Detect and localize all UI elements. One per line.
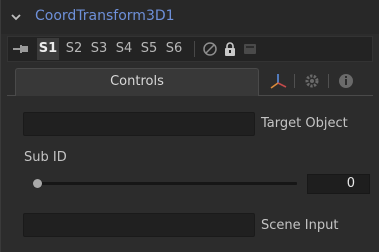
sub-id-value-field[interactable]: 0 bbox=[307, 174, 370, 194]
version-slot-s6[interactable]: S6 bbox=[163, 38, 185, 60]
gear-icon[interactable] bbox=[299, 70, 325, 92]
version-slot-s2[interactable]: S2 bbox=[63, 38, 85, 60]
node-title: CoordTransform3D1 bbox=[35, 8, 175, 24]
version-slot-s3[interactable]: S3 bbox=[88, 38, 110, 60]
version-bar: S1 S2 S3 S4 S5 S6 bbox=[7, 36, 373, 62]
divider bbox=[294, 74, 295, 88]
sub-id-slider-track[interactable] bbox=[37, 182, 297, 185]
divider bbox=[328, 74, 329, 88]
lock-icon[interactable] bbox=[222, 41, 238, 57]
scene-input-label: Scene Input bbox=[261, 218, 339, 233]
transform-3d-icon[interactable] bbox=[265, 70, 291, 92]
pin-icon[interactable] bbox=[12, 42, 30, 56]
version-slot-s5[interactable]: S5 bbox=[138, 38, 160, 60]
sub-id-label: Sub ID bbox=[24, 150, 67, 165]
target-object-label: Target Object bbox=[261, 116, 348, 131]
sub-id-slider-thumb[interactable] bbox=[33, 179, 42, 188]
scene-input-field[interactable] bbox=[23, 213, 255, 237]
cache-icon[interactable] bbox=[242, 41, 258, 57]
divider bbox=[194, 41, 195, 57]
disable-icon[interactable] bbox=[202, 41, 218, 57]
version-slot-s1[interactable]: S1 bbox=[37, 38, 59, 60]
info-icon[interactable] bbox=[333, 70, 359, 92]
tab-controls[interactable]: Controls bbox=[15, 68, 259, 96]
inspector-tabs: Controls bbox=[7, 66, 373, 96]
inspector-panel: CoordTransform3D1 S1 S2 S3 S4 S5 S6 Cont… bbox=[0, 0, 379, 252]
version-slot-s4[interactable]: S4 bbox=[113, 38, 135, 60]
node-header[interactable]: CoordTransform3D1 bbox=[1, 0, 379, 34]
target-object-field[interactable] bbox=[23, 112, 255, 136]
chevron-down-icon[interactable] bbox=[9, 10, 23, 24]
